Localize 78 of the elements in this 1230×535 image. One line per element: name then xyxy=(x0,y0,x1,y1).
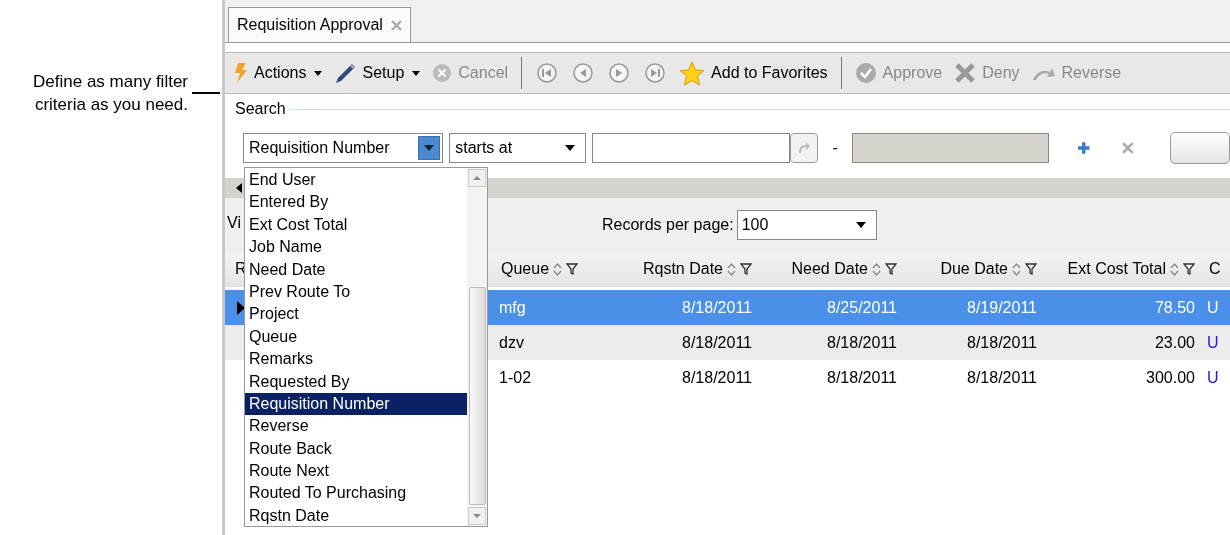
cancel-icon xyxy=(432,63,453,83)
dropdown-option[interactable]: Route Next xyxy=(245,460,467,483)
dropdown-option[interactable]: Entered By xyxy=(245,191,467,214)
filter-icon[interactable] xyxy=(740,263,752,275)
dropdown-option[interactable]: Ext Cost Total xyxy=(245,213,467,237)
dropdown-option[interactable]: End User xyxy=(245,169,467,192)
checkmark-icon xyxy=(854,62,877,84)
left-arrow-icon[interactable] xyxy=(235,183,243,193)
column-header[interactable]: Ext Cost Total xyxy=(1043,260,1201,278)
dropdown-option[interactable]: Need Date xyxy=(245,258,467,281)
cross-icon xyxy=(954,62,977,84)
table-cell: 8/25/2011 xyxy=(827,298,897,317)
dropdown-option[interactable]: Project xyxy=(245,303,467,326)
caret-icon xyxy=(565,145,576,151)
table-cell: 8/18/2011 xyxy=(827,333,897,352)
dropdown-button[interactable] xyxy=(418,136,441,160)
field-dropdown[interactable]: Requisition Number xyxy=(243,133,444,163)
records-per-page-label: Records per page: xyxy=(602,216,734,234)
column-header[interactable]: Due Date xyxy=(903,260,1043,278)
column-header[interactable]: Rqstn Date xyxy=(613,260,758,278)
lightning-icon xyxy=(234,63,248,83)
table-cell: U xyxy=(1207,368,1219,387)
remove-icon[interactable] xyxy=(1122,142,1134,154)
tab[interactable]: Requisition Approval xyxy=(228,7,411,42)
go-button[interactable] xyxy=(789,133,819,163)
close-icon[interactable] xyxy=(390,19,402,31)
column-header[interactable]: C xyxy=(1201,260,1230,278)
table-cell: 8/18/2011 xyxy=(682,298,752,317)
search-legend: Search xyxy=(235,100,286,118)
table-cell: 8/18/2011 xyxy=(682,333,752,352)
filter-icon[interactable] xyxy=(1183,263,1195,275)
table-cell: 1-02 xyxy=(499,368,532,387)
caret-icon xyxy=(412,70,421,76)
caret-icon xyxy=(855,222,866,228)
view-label: Vi xyxy=(227,214,241,232)
dropdown-option[interactable]: Requisition Number xyxy=(245,392,467,416)
table-cell: U xyxy=(1207,333,1219,352)
value-field[interactable] xyxy=(592,133,790,163)
table-cell: 78.50 xyxy=(1154,298,1195,317)
operator-dropdown[interactable]: starts at xyxy=(449,133,587,163)
column-header[interactable]: Need Date xyxy=(758,260,903,278)
menu-button[interactable]: Actions xyxy=(231,63,326,83)
table-cell: 8/18/2011 xyxy=(682,368,752,387)
dropdown-option[interactable]: Requested By xyxy=(245,370,467,393)
table-cell: 8/18/2011 xyxy=(827,368,897,387)
table-cell: 8/19/2011 xyxy=(967,298,1037,317)
search-button[interactable] xyxy=(1170,132,1230,164)
table-cell: mfg xyxy=(499,298,526,317)
leader-line xyxy=(192,92,220,94)
dropdown-option[interactable]: Reverse xyxy=(245,415,467,438)
menu-button[interactable]: Setup xyxy=(331,62,424,84)
caret-icon xyxy=(314,70,323,76)
star-icon xyxy=(679,60,706,86)
dropdown-option[interactable]: Queue xyxy=(245,325,467,349)
table-cell: 23.00 xyxy=(1154,333,1195,352)
dropdown-option[interactable]: Routed To Purchasing xyxy=(245,482,467,505)
plus-icon[interactable] xyxy=(1077,141,1091,155)
filter-icon[interactable] xyxy=(566,263,579,275)
records-per-page-dropdown[interactable]: 100 xyxy=(736,210,877,240)
dropdown-option[interactable]: Job Name xyxy=(245,236,467,259)
dropdown-option[interactable]: Route Back xyxy=(245,437,467,461)
table-cell: 300.00 xyxy=(1146,368,1195,387)
filter-icon[interactable] xyxy=(885,263,897,275)
table-cell: 8/18/2011 xyxy=(967,333,1037,352)
tab-label: Requisition Approval xyxy=(237,16,383,34)
table-cell: dzv xyxy=(499,333,524,352)
table-cell: U xyxy=(1207,298,1219,317)
table-cell: 8/18/2011 xyxy=(967,368,1037,387)
toolbar-button[interactable]: Add to Favorites xyxy=(676,60,831,86)
column-header[interactable]: Queue xyxy=(493,260,613,278)
dropdown-option[interactable]: Rqstn Date xyxy=(245,504,467,528)
range-separator: - xyxy=(832,139,838,157)
callout-text: Define as many filter criteria as you need. xyxy=(32,71,188,116)
scrollbar-thumb[interactable] xyxy=(468,287,486,505)
vertical-scrollbar[interactable] xyxy=(467,168,487,526)
filter-icon[interactable] xyxy=(1025,263,1037,275)
pen-icon xyxy=(334,62,357,84)
redo-arrow-icon xyxy=(797,141,811,155)
